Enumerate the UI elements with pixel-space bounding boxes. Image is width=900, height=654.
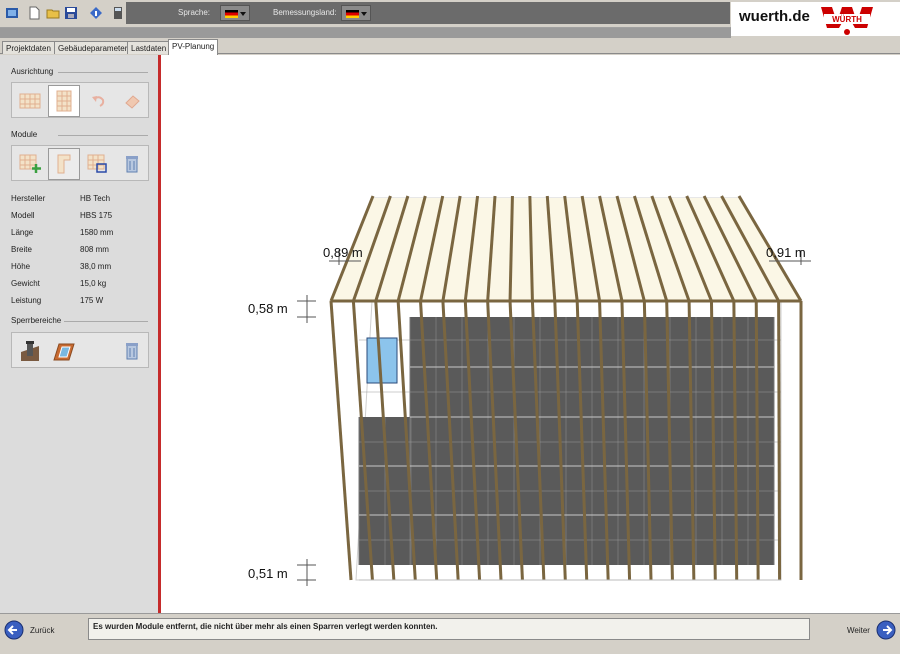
prop-value-manufacturer: HB Tech bbox=[80, 194, 111, 203]
rafter bbox=[754, 300, 760, 581]
orientation-toolbar bbox=[11, 82, 149, 118]
logo-text: WÜRTH bbox=[832, 15, 862, 24]
roof-window-icon bbox=[53, 343, 75, 361]
prop-value-height: 38,0 mm bbox=[80, 262, 112, 271]
chevron-down-icon bbox=[240, 12, 246, 16]
trash-icon bbox=[126, 343, 138, 360]
prop-label-width: Breite bbox=[11, 245, 32, 254]
divider bbox=[58, 72, 148, 73]
back-label[interactable]: Zurück bbox=[30, 626, 54, 635]
country-select[interactable] bbox=[341, 5, 371, 21]
landscape-grid-button[interactable] bbox=[14, 85, 46, 117]
rafter bbox=[777, 300, 782, 581]
dim-top-right: 0,91 m bbox=[766, 245, 806, 260]
toolbar-band bbox=[0, 28, 731, 38]
language-select[interactable] bbox=[220, 5, 250, 21]
module-shape-icon bbox=[57, 154, 71, 174]
dim-left-lower: 0,51 m bbox=[248, 566, 288, 581]
eraser-icon bbox=[125, 95, 140, 109]
orientation-title: Ausrichtung bbox=[11, 67, 54, 76]
roof-canvas[interactable]: 0,89 m 0,91 m 0,58 m 0,51 m bbox=[161, 55, 900, 613]
new-document-icon[interactable] bbox=[26, 5, 42, 21]
app-icon[interactable] bbox=[4, 5, 20, 21]
portrait-grid-button[interactable] bbox=[48, 85, 80, 117]
modules-toolbar bbox=[11, 145, 149, 181]
prop-value-weight: 15,0 kg bbox=[80, 279, 107, 288]
roof-window-button[interactable] bbox=[48, 335, 80, 367]
prop-value-power: 175 W bbox=[80, 296, 104, 305]
delete-all-button[interactable] bbox=[116, 148, 148, 180]
prop-label-power: Leistung bbox=[11, 296, 42, 305]
chevron-down-icon bbox=[361, 12, 367, 16]
tab-lastdaten[interactable]: Lastdaten bbox=[127, 41, 171, 54]
trash-icon bbox=[126, 156, 138, 173]
wurth-logo: WÜRTH bbox=[821, 7, 873, 35]
prop-label-model: Modell bbox=[11, 211, 35, 220]
undo-icon bbox=[92, 96, 105, 107]
country-label: Bemessungsland: bbox=[273, 8, 337, 17]
language-label: Sprache: bbox=[178, 8, 211, 17]
roof-drawing[interactable]: 0,89 m 0,91 m 0,58 m 0,51 m bbox=[161, 55, 900, 613]
tab-projektdaten[interactable]: Projektdaten bbox=[2, 41, 55, 54]
tab-bar: Projektdaten Gebäudeparameter Lastdaten … bbox=[0, 38, 900, 55]
calculator-icon[interactable] bbox=[110, 5, 126, 21]
dim-left-upper: 0,58 m bbox=[248, 301, 288, 316]
rafter bbox=[329, 300, 353, 581]
divider bbox=[64, 321, 148, 322]
prop-label-length: Länge bbox=[11, 228, 34, 237]
remove-module-button[interactable] bbox=[48, 148, 80, 180]
modules-title: Module bbox=[11, 130, 38, 139]
undo-button[interactable] bbox=[82, 85, 114, 117]
next-label[interactable]: Weiter bbox=[847, 626, 870, 635]
tab-pv-planung[interactable]: PV-Planung bbox=[168, 39, 219, 55]
select-area-icon bbox=[87, 154, 107, 173]
back-arrow-icon[interactable] bbox=[4, 620, 24, 640]
chimney-button[interactable] bbox=[14, 335, 46, 367]
blocked-areas-toolbar bbox=[11, 332, 149, 368]
prop-label-weight: Gewicht bbox=[11, 279, 40, 288]
bottom-bar: Zurück Es wurden Module entfernt, die ni… bbox=[0, 613, 900, 654]
select-area-button[interactable] bbox=[82, 148, 114, 180]
prop-value-model: HBS 175 bbox=[80, 211, 113, 220]
add-module-button[interactable] bbox=[14, 148, 46, 180]
prop-value-width: 808 mm bbox=[80, 245, 109, 254]
info-icon[interactable] bbox=[88, 5, 104, 21]
delete-blocked-button[interactable] bbox=[116, 335, 148, 367]
settings-bar: Sprache: Bemessungsland: bbox=[126, 2, 730, 24]
de-flag-icon bbox=[346, 10, 359, 18]
left-panel: Ausrichtung Module Hersteller HB Tech Mo… bbox=[0, 55, 158, 613]
prop-label-manufacturer: Hersteller bbox=[11, 194, 46, 203]
brand-area: wuerth.de WÜRTH bbox=[731, 2, 900, 36]
de-flag-icon bbox=[225, 10, 238, 18]
next-arrow-icon[interactable] bbox=[876, 620, 896, 640]
eraser-button[interactable] bbox=[116, 85, 148, 117]
tab-gebaeudeparameter[interactable]: Gebäudeparameter bbox=[54, 41, 132, 54]
divider bbox=[58, 135, 148, 136]
brand-url[interactable]: wuerth.de bbox=[739, 8, 810, 25]
status-message: Es wurden Module entfernt, die nicht übe… bbox=[88, 618, 810, 640]
dim-top-left: 0,89 m bbox=[323, 245, 363, 260]
chimney-icon bbox=[21, 341, 39, 361]
prop-label-height: Höhe bbox=[11, 262, 31, 271]
blocked-areas-title: Sperrbereiche bbox=[11, 316, 62, 325]
open-folder-icon[interactable] bbox=[45, 5, 61, 21]
prop-value-length: 1580 mm bbox=[80, 228, 114, 237]
save-icon[interactable] bbox=[63, 5, 79, 21]
add-module-icon bbox=[19, 154, 41, 173]
